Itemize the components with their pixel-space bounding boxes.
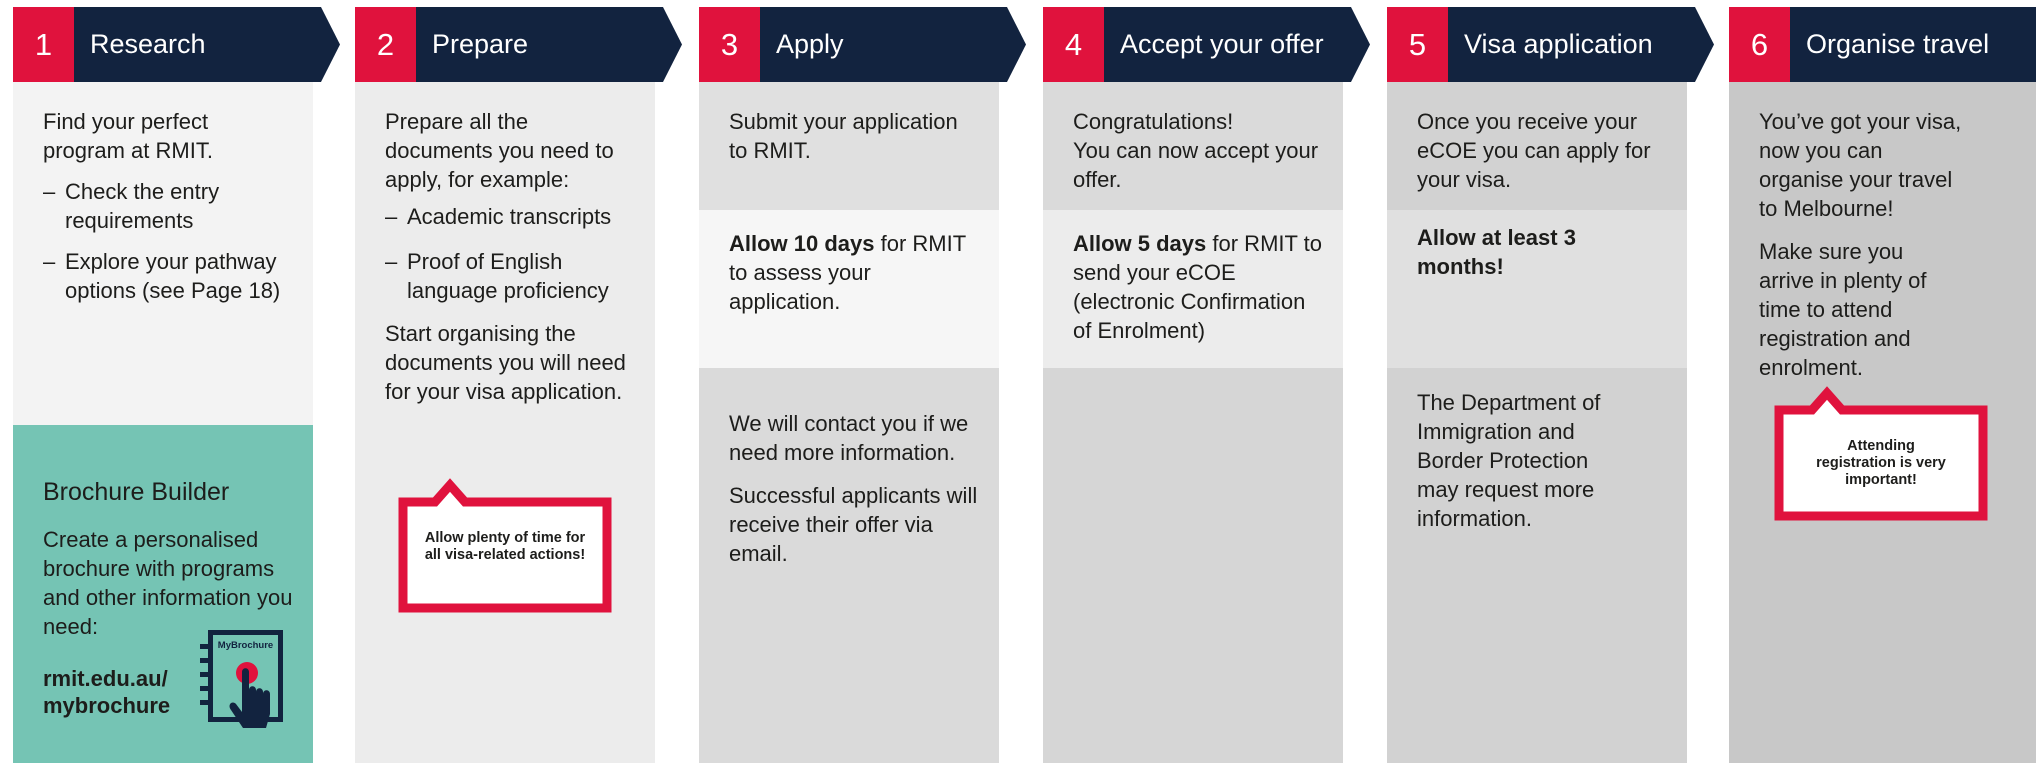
- step-outro: Start organising the documents you will …: [385, 321, 626, 404]
- step-text: Prepare all the documents you need to ap…: [385, 107, 637, 406]
- step-header-3: 3 Apply: [699, 7, 1039, 82]
- step-intro: Once you receive your eCOE you can apply…: [1417, 109, 1651, 192]
- brochure-icon-label: MyBrochure: [217, 640, 274, 651]
- step-header-5: 5 Visa application: [1387, 7, 1727, 82]
- step-note: The Department of Immigration and Border…: [1417, 390, 1601, 531]
- callout-box: Allow plenty of time for all visa-relate…: [398, 478, 612, 613]
- step-title: Research: [90, 29, 206, 59]
- step-intro: You’ve got your visa, now you can organi…: [1759, 109, 1962, 221]
- brochure-link[interactable]: rmit.edu.au/ mybrochure: [43, 665, 183, 719]
- step-note: Successful applicants will receive their…: [729, 483, 978, 566]
- step-bullet: Explore your pathway options (see Page 1…: [43, 247, 295, 305]
- step-number: 5: [1408, 26, 1427, 62]
- step-intro-line: Congratulations!: [1073, 109, 1234, 134]
- step-empty-panel: [1043, 368, 1343, 763]
- step-number: 1: [34, 26, 53, 62]
- step-bullet-list: Academic transcripts Proof of English la…: [385, 202, 637, 305]
- step-note: We will contact you if we need more info…: [729, 411, 969, 465]
- step-bullet-list: Check the entry requirements Explore you…: [43, 177, 295, 305]
- step-title: Organise travel: [1806, 29, 1990, 59]
- step-column-1: 1 Research Find your perfect program at …: [13, 0, 340, 763]
- step-highlight: Allow at least 3 months!: [1417, 225, 1576, 279]
- step-header-1: 1 Research: [13, 7, 353, 82]
- step-title: Apply: [776, 29, 844, 59]
- callout-box: Attending registration is very important…: [1774, 383, 1988, 521]
- callout-text: Attending registration is very important…: [1816, 438, 1946, 488]
- step-highlight: Allow 10 days for RMIT to assess your ap…: [729, 229, 981, 316]
- step-notes: We will contact you if we need more info…: [729, 409, 981, 568]
- step-intro: Submit your application to RMIT.: [729, 109, 958, 163]
- step-bullet: Academic transcripts: [385, 202, 637, 231]
- brochure-builder-text: Create a personalised brochure with prog…: [43, 527, 293, 639]
- step-header-6: 6 Organise travel: [1729, 7, 2036, 82]
- step-column-5: 5 Visa application Once you receive your…: [1387, 0, 1714, 763]
- step-bullet: Proof of English language proficiency: [385, 247, 637, 305]
- step-intro-line: You can now accept your offer.: [1073, 138, 1319, 192]
- highlight-duration: Allow 5 days: [1073, 231, 1207, 256]
- step-number: 6: [1750, 26, 1769, 62]
- step-column-3: 3 Apply Submit your application to RMIT.…: [699, 0, 1026, 763]
- step-intro: Prepare all the documents you need to ap…: [385, 109, 614, 192]
- step-number: 4: [1064, 26, 1083, 62]
- step-bullet: Check the entry requirements: [43, 177, 295, 235]
- step-column-4: 4 Accept your offer Congratulations! You…: [1043, 0, 1370, 763]
- step-header-4: 4 Accept your offer: [1043, 7, 1383, 82]
- brochure-icon: MyBrochure: [196, 628, 296, 738]
- step-intro: Find your perfect program at RMIT.: [43, 109, 213, 163]
- highlight-duration: Allow 10 days: [729, 231, 875, 256]
- brochure-builder-title: Brochure Builder: [43, 478, 230, 506]
- step-highlight: Allow 5 days for RMIT to send your eCOE …: [1073, 229, 1325, 345]
- step-intro: Congratulations! You can now accept your…: [1073, 107, 1325, 194]
- step-outro: Make sure you arrive in plenty of time t…: [1759, 239, 1927, 380]
- step-text: Find your perfect program at RMIT. Check…: [43, 107, 295, 305]
- step-column-2: 2 Prepare Prepare all the documents you …: [355, 0, 682, 763]
- step-number: 3: [720, 26, 739, 62]
- step-column-6: 6 Organise travel You’ve got your visa, …: [1729, 0, 2036, 763]
- step-title: Accept your offer: [1120, 29, 1324, 59]
- step-text: You’ve got your visa, now you can organi…: [1759, 107, 1964, 382]
- step-number: 2: [376, 26, 395, 62]
- callout-text: Allow plenty of time for all visa-relate…: [424, 530, 586, 563]
- step-title: Visa application: [1464, 29, 1653, 59]
- step-header-2: 2 Prepare: [355, 7, 695, 82]
- step-title: Prepare: [432, 29, 529, 59]
